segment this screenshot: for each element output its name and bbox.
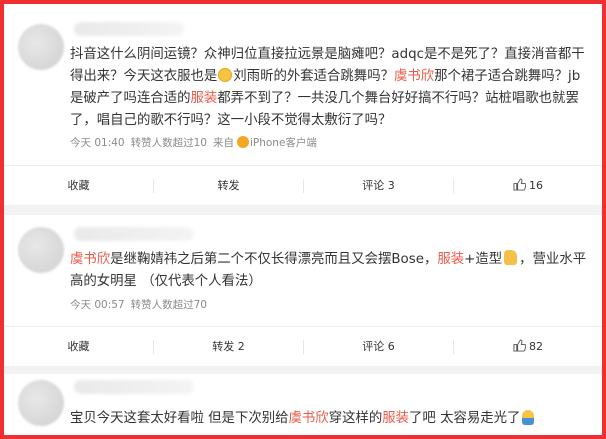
collect-button[interactable]: 收藏	[4, 166, 153, 206]
device-icon	[236, 136, 249, 148]
smiley-emoji-icon	[218, 68, 233, 82]
text-segment: 刘雨昕的外套适合跳舞吗？	[233, 69, 394, 84]
action-bar: 收藏 转发 评论 3 16	[4, 165, 602, 206]
like-icon	[513, 178, 526, 191]
post-1: 抖音这什么阴间运镜？众神归位直接拉远景是脑瘫吧？adqc是不是死了？直接消音都干…	[4, 4, 602, 205]
username-blurred[interactable]	[74, 227, 194, 241]
post-text: 虞书欣是继鞠婧祎之后第二个不仅长得漂亮而且又会摆Bose，服装+造型 ，营业水平高…	[70, 249, 590, 293]
comment-button[interactable]: 评论 6	[304, 327, 453, 367]
post-time[interactable]: 今天 00:57	[70, 299, 125, 311]
text-segment: 宝贝今天这套太好看啦 但是下次别给	[70, 411, 289, 426]
post-text: 宝贝今天这套太好看啦 但是下次别给虞书欣穿这样的服装了吧 太容易走光了	[70, 408, 590, 430]
keyword-link[interactable]: 虞书欣	[289, 411, 329, 426]
keyword-link[interactable]: 虞书欣	[394, 69, 434, 84]
avatar-blurred[interactable]	[18, 380, 64, 426]
post-separator	[4, 205, 602, 215]
device-name[interactable]: iPhone客户端	[250, 137, 317, 149]
like-count: 16	[529, 179, 543, 192]
repost-button[interactable]: 转发	[154, 166, 303, 206]
collect-button[interactable]: 收藏	[4, 327, 153, 367]
text-segment: +造型	[464, 252, 503, 267]
like-button[interactable]: 16	[454, 166, 602, 206]
post-text: 抖音这什么阴间运镜？众神归位直接拉远景是脑瘫吧？adqc是不是死了？直接消音都干…	[70, 44, 590, 132]
post-time[interactable]: 今天 01:40	[70, 137, 125, 149]
keyword-link[interactable]: 服装	[191, 91, 218, 106]
comment-button[interactable]: 评论 3	[304, 166, 453, 206]
avatar-blurred[interactable]	[18, 227, 64, 273]
baby-emoji-icon	[522, 410, 535, 425]
text-segment: 穿这样的	[328, 411, 383, 426]
keyword-link[interactable]: 虞书欣	[70, 252, 110, 267]
post-2: 虞书欣是继鞠婧祎之后第二个不仅长得漂亮而且又会摆Bose，服装+造型 ，营业水平高…	[4, 215, 602, 366]
username-blurred[interactable]	[74, 380, 194, 394]
text-segment: 了吧 太容易走光了	[409, 411, 521, 426]
username-blurred[interactable]	[74, 22, 184, 36]
repost-button[interactable]: 转发 2	[154, 327, 303, 367]
like-button[interactable]: 82	[454, 327, 602, 367]
repost-count: 转赞人数超过10	[130, 137, 207, 149]
avatar-blurred[interactable]	[18, 24, 64, 70]
thumbs-up-emoji-icon	[504, 250, 518, 265]
like-count: 82	[529, 340, 543, 353]
post-meta: 今天 00:57 转赞人数超过70	[70, 297, 213, 312]
repost-count: 转赞人数超过70	[130, 299, 207, 311]
like-icon	[513, 339, 526, 352]
source-label: 来自	[212, 137, 234, 149]
post-3: 宝贝今天这套太好看啦 但是下次别给虞书欣穿这样的服装了吧 太容易走光了	[4, 374, 602, 435]
keyword-link[interactable]: 服装	[382, 411, 409, 426]
post-meta: 今天 01:40 转赞人数超过10 来自 iPhone客户端	[70, 135, 323, 150]
screenshot-frame: 抖音这什么阴间运镜？众神归位直接拉远景是脑瘫吧？adqc是不是死了？直接消音都干…	[0, 0, 606, 439]
keyword-link[interactable]: 服装	[437, 252, 464, 267]
post-separator	[4, 366, 602, 374]
action-bar: 收藏 转发 2 评论 6 82	[4, 326, 602, 367]
text-segment: 是继鞠婧祎之后第二个不仅长得漂亮而且又会摆Bose，	[110, 252, 438, 267]
